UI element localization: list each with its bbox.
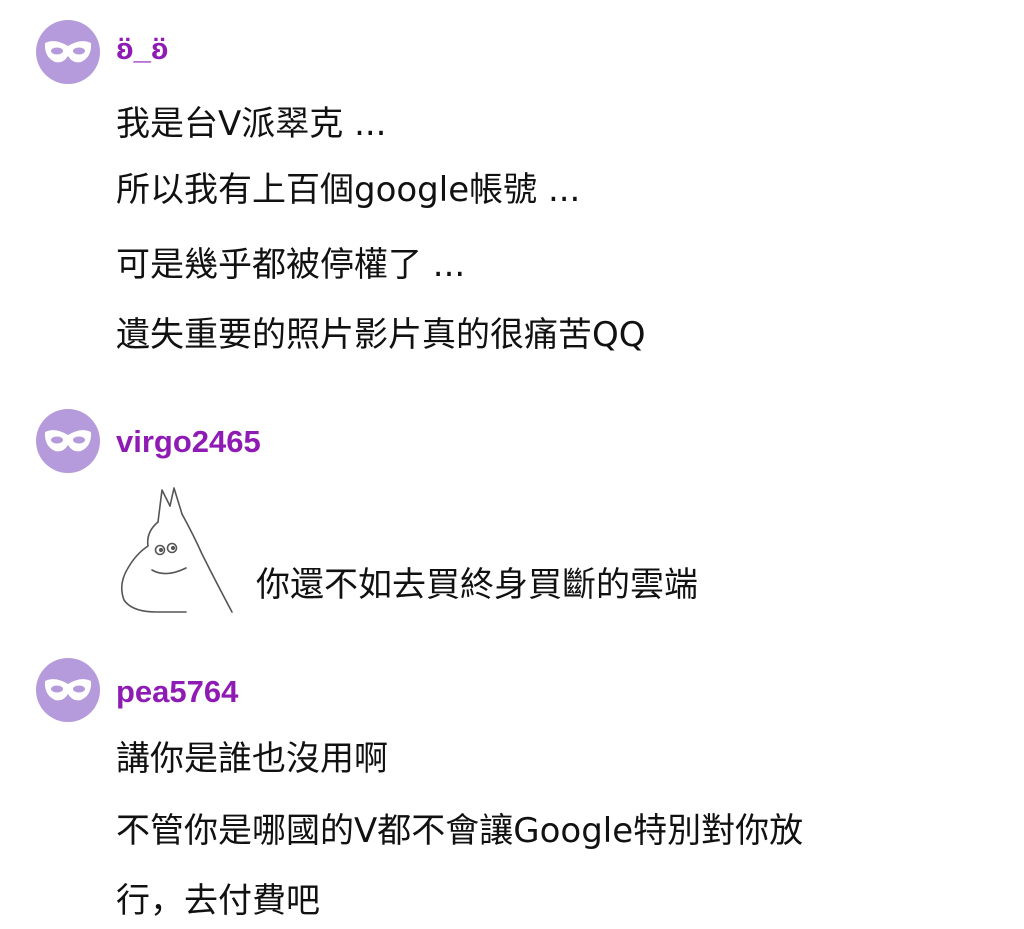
username[interactable]: ʚ̈_ʚ̈ <box>116 33 168 64</box>
avatar[interactable] <box>36 20 100 84</box>
comment-text-line: 你還不如去買終身買斷的雲端 <box>256 565 698 605</box>
comment-text-line: 遺失重要的照片影片真的很痛苦QQ <box>116 315 646 355</box>
username[interactable]: pea5764 <box>116 676 238 707</box>
comment-text-line: 可是幾乎都被停權了 ... <box>116 245 466 285</box>
username[interactable]: virgo2465 <box>116 426 261 457</box>
comment-text-line: 不管你是哪國的V都不會讓Google特別對你放 <box>116 811 804 851</box>
comment-text-line: 我是台V派翠克 ... <box>116 104 387 144</box>
comment-text-line: 所以我有上百個google帳號 ... <box>116 170 581 210</box>
avatar[interactable] <box>36 658 100 722</box>
anonymous-mask-icon <box>44 41 92 63</box>
comment-text-line: 講你是誰也沒用啊 <box>116 739 388 779</box>
comment-text-line: 行，去付費吧 <box>116 881 320 921</box>
anonymous-mask-icon <box>44 679 92 701</box>
avatar[interactable] <box>36 409 100 473</box>
anonymous-mask-icon <box>44 430 92 452</box>
moomin-sticker <box>120 487 233 613</box>
